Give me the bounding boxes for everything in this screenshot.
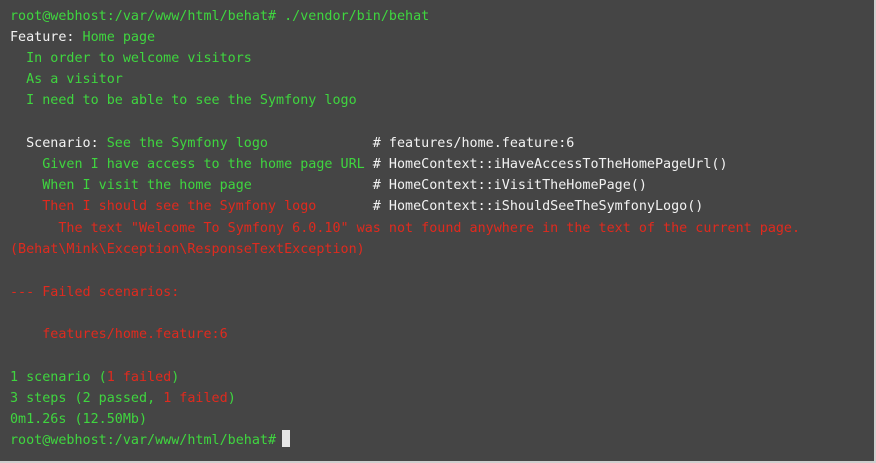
summary-text: ) xyxy=(227,391,236,406)
terminal-window[interactable]: root@webhost:/var/www/html/behat# ./vend… xyxy=(0,0,876,463)
step-line: When I visit the home page # HomeContext… xyxy=(10,175,647,196)
summary-text: ) xyxy=(171,370,180,385)
shell-prompt: root@webhost:/var/www/html/behat# xyxy=(10,9,277,24)
error-message: The text "Welcome To Symfony 6.0.10" was… xyxy=(10,221,801,236)
scenario-title: See the Symfony logo xyxy=(98,136,373,151)
feature-title: Home page xyxy=(74,30,156,45)
step-line: Given I have access to the home page URL… xyxy=(10,154,728,175)
scenario-keyword: Scenario: xyxy=(10,136,99,151)
summary-text: 3 steps ( xyxy=(10,391,83,406)
scenario-line: Scenario: See the Symfony logo # feature… xyxy=(10,133,574,154)
terminal-cursor[interactable] xyxy=(282,430,291,447)
summary-passed-count: 2 passed xyxy=(82,391,148,406)
step-text: When I visit the home page xyxy=(10,178,373,193)
summary-text: 1 scenario ( xyxy=(10,370,107,385)
command-line: root@webhost:/var/www/html/behat# ./vend… xyxy=(10,6,429,27)
feature-narrative-line: In order to welcome visitors xyxy=(10,51,252,66)
step-line: Then I should see the Symfony logo # Hom… xyxy=(10,196,703,217)
exception-class: (Behat\Mink\Exception\ResponseTextExcept… xyxy=(10,242,365,257)
step-text: Given I have access to the home page URL xyxy=(10,157,373,172)
feature-keyword: Feature: xyxy=(10,30,75,45)
summary-failed-count: 1 failed xyxy=(163,391,228,406)
feature-narrative-line: As a visitor xyxy=(10,72,123,87)
shell-prompt: root@webhost:/var/www/html/behat# xyxy=(10,433,277,448)
summary-scenarios: 1 scenario (1 failed) xyxy=(10,367,179,388)
summary-failed-count: 1 failed xyxy=(106,370,172,385)
step-text: Then I should see the Symfony logo xyxy=(10,199,373,214)
step-location: # HomeContext::iVisitTheHomePage() xyxy=(372,178,647,193)
feature-narrative-line: I need to be able to see the Symfony log… xyxy=(10,93,357,108)
summary-text: , xyxy=(147,391,164,406)
command-text: ./vendor/bin/behat xyxy=(276,9,430,24)
feature-line: Feature: Home page xyxy=(10,27,155,48)
step-location: # HomeContext::iShouldSeeTheSymfonyLogo(… xyxy=(372,199,704,214)
step-location: # HomeContext::iHaveAccessToTheHomePageU… xyxy=(372,157,728,172)
final-prompt-line[interactable]: root@webhost:/var/www/html/behat# xyxy=(10,430,291,451)
summary-time: 0m1.26s (12.50Mb) xyxy=(10,412,148,427)
scenario-location: # features/home.feature:6 xyxy=(372,136,575,151)
failed-scenario-item: features/home.feature:6 xyxy=(10,327,228,342)
failed-scenarios-header: --- Failed scenarios: xyxy=(10,285,180,300)
summary-steps: 3 steps (2 passed, 1 failed) xyxy=(10,388,236,409)
